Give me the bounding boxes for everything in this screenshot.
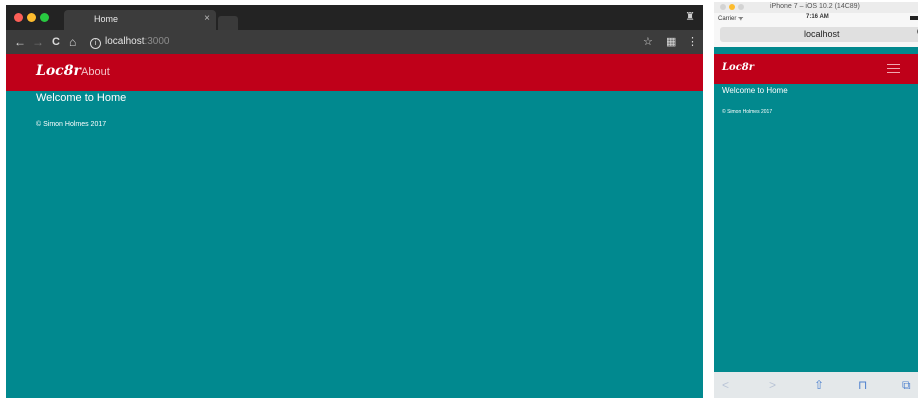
footer-copyright: © Simon Holmes 2017	[36, 121, 107, 128]
mobile-page-heading: Welcome to Home	[722, 86, 788, 95]
nav-link-about[interactable]: About	[81, 66, 110, 78]
bookmark-star-icon[interactable]: ☆	[643, 35, 653, 48]
desktop-browser-window: Home × ♜ ← → C ⌂ i localhost:3000 ☆ ▦ ⋮ L…	[6, 5, 703, 398]
mobile-site-navbar: Loc8r	[714, 54, 918, 84]
info-icon[interactable]: i	[90, 38, 101, 49]
back-icon[interactable]: ←	[14, 34, 26, 50]
safari-url-field[interactable]: localhost	[720, 27, 918, 42]
safari-bottom-toolbar: < > ⇧ ⊓ ⧉	[714, 372, 918, 398]
page-heading: Welcome to Home	[36, 92, 127, 104]
ios-status-bar: Carrier ᯤ 7:16 AM	[714, 13, 918, 23]
incognito-icon: ♜	[685, 11, 695, 23]
tab-title: Home	[94, 14, 119, 24]
tab-home[interactable]: Home ×	[64, 10, 216, 30]
extension-icon[interactable]: ▦	[666, 35, 676, 48]
safari-address-bar: localhost C	[714, 23, 918, 47]
tab-close-icon[interactable]: ×	[204, 13, 210, 24]
hamburger-menu-icon[interactable]	[887, 64, 900, 76]
new-tab-button[interactable]	[218, 16, 238, 30]
menu-icon[interactable]: ⋮	[687, 35, 698, 48]
mobile-footer-copyright: © Simon Holmes 2017	[722, 109, 773, 115]
sim-close-button[interactable]	[720, 4, 726, 10]
site-logo[interactable]: Loc8r	[36, 63, 81, 79]
tabs-icon[interactable]: ⧉	[902, 378, 911, 393]
site-navbar: Loc8r About	[6, 54, 703, 91]
simulator-titlebar: iPhone 7 – iOS 10.2 (14C89)	[714, 2, 918, 13]
reload-icon[interactable]: C	[52, 34, 60, 50]
forward-icon[interactable]: →	[32, 34, 44, 50]
maximize-window-button[interactable]	[40, 13, 49, 22]
browser-toolbar: ← → C ⌂ i localhost:3000 ☆ ▦ ⋮	[6, 30, 703, 54]
tab-bar: Home × ♜	[6, 5, 703, 30]
simulator-title: iPhone 7 – iOS 10.2 (14C89)	[770, 3, 860, 10]
bookmarks-icon[interactable]: ⊓	[858, 378, 867, 392]
close-window-button[interactable]	[14, 13, 23, 22]
mobile-site-logo[interactable]: Loc8r	[722, 62, 754, 73]
battery-icon	[910, 16, 918, 20]
home-icon[interactable]: ⌂	[69, 34, 76, 50]
url-host: localhost	[105, 36, 145, 47]
safari-back-icon[interactable]: <	[722, 378, 729, 392]
url-port: :3000	[144, 36, 170, 47]
sim-zoom-button[interactable]	[738, 4, 744, 10]
safari-url: localhost	[804, 29, 840, 39]
carrier-label: Carrier ᯤ	[718, 16, 744, 22]
sim-minimize-button[interactable]	[729, 4, 735, 10]
status-time: 7:16 AM	[806, 14, 829, 20]
minimize-window-button[interactable]	[27, 13, 36, 22]
share-icon[interactable]: ⇧	[814, 378, 824, 392]
iphone-simulator: iPhone 7 – iOS 10.2 (14C89) Carrier ᯤ 7:…	[714, 2, 918, 398]
safari-forward-icon[interactable]: >	[769, 378, 776, 392]
address-bar[interactable]: i localhost:3000	[90, 36, 170, 49]
